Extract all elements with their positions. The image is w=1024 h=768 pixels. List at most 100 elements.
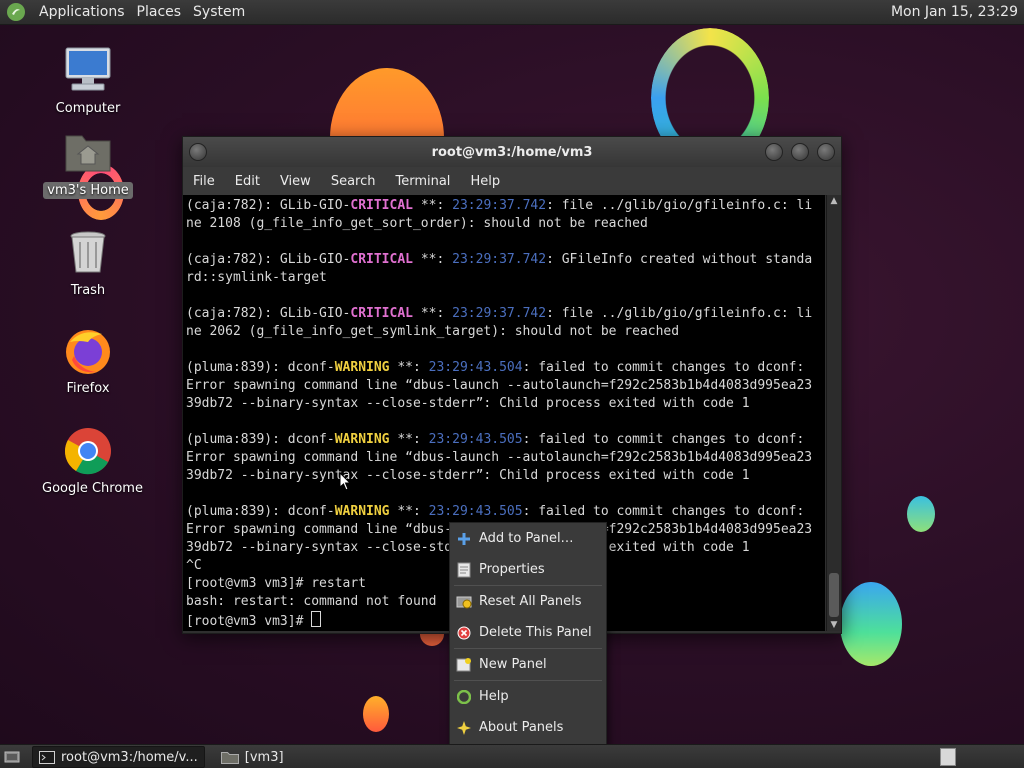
ctx-item-help[interactable]: Help bbox=[450, 681, 606, 712]
terminal-line: (caja:782): GLib-GIO-CRITICAL **: 23:29:… bbox=[186, 252, 812, 267]
terminal-segment: (pluma:839): dconf- bbox=[186, 360, 335, 375]
menu-help[interactable]: Help bbox=[460, 174, 510, 189]
terminal-line: [root@vm3 vm3]# bbox=[186, 611, 322, 629]
folder-icon bbox=[220, 751, 239, 764]
bottom-panel[interactable]: root@vm3:/home/v... [vm3] bbox=[0, 744, 1024, 768]
window-title: root@vm3:/home/vm3 bbox=[431, 144, 593, 160]
properties-icon bbox=[456, 562, 472, 578]
terminal-line: ^C bbox=[186, 558, 202, 573]
desktop-icon-label: Trash bbox=[70, 283, 106, 298]
desktop-icon-label: Computer bbox=[55, 101, 121, 116]
close-button[interactable] bbox=[817, 143, 835, 161]
ctx-item-about-panels[interactable]: About Panels bbox=[450, 712, 606, 743]
scroll-up-arrow-icon[interactable]: ▲ bbox=[827, 195, 841, 207]
terminal-segment: WARNING bbox=[334, 432, 390, 447]
terminal-segment: 23:29:43.504 bbox=[428, 360, 523, 375]
taskbar-item-label: [vm3] bbox=[244, 749, 284, 765]
menu-applications[interactable]: Applications bbox=[33, 0, 131, 24]
top-panel[interactable]: Applications Places System Mon Jan 15, 2… bbox=[0, 0, 1024, 25]
ctx-item-delete-this-panel[interactable]: Delete This Panel bbox=[450, 617, 606, 648]
desktop-icon-label: Firefox bbox=[66, 381, 110, 396]
add-icon bbox=[456, 531, 472, 547]
terminal-segment: 23:29:37.742 bbox=[452, 306, 547, 321]
desktop-icon-home[interactable]: vm3's Home bbox=[38, 128, 138, 199]
maximize-button[interactable] bbox=[791, 143, 809, 161]
terminal-line: (caja:782): GLib-GIO-CRITICAL **: 23:29:… bbox=[186, 198, 812, 213]
terminal-segment: **: bbox=[389, 504, 429, 519]
terminal-segment: : file ../glib/gio/gfileinfo.c: li bbox=[546, 198, 813, 213]
workspace-switcher[interactable] bbox=[940, 748, 956, 766]
firefox-icon bbox=[62, 326, 114, 376]
show-desktop-icon[interactable] bbox=[2, 748, 22, 766]
menu-terminal[interactable]: Terminal bbox=[385, 174, 460, 189]
terminal-line: ne 2108 (g_file_info_get_sort_order): sh… bbox=[186, 216, 648, 231]
ctx-item-label: Reset All Panels bbox=[479, 594, 582, 609]
terminal-segment: WARNING bbox=[334, 504, 390, 519]
terminal-segment: CRITICAL bbox=[350, 198, 413, 213]
window-titlebar[interactable]: root@vm3:/home/vm3 bbox=[183, 137, 841, 167]
desktop-icon-label: Google Chrome bbox=[42, 481, 143, 496]
terminal-segment: : failed to commit changes to dconf: bbox=[522, 432, 805, 447]
terminal-segment: WARNING bbox=[334, 360, 390, 375]
terminal-segment: (caja:782): GLib-GIO- bbox=[186, 198, 351, 213]
terminal-segment: : file ../glib/gio/gfileinfo.c: li bbox=[546, 306, 813, 321]
terminal-segment: ne 2062 (g_file_info_get_symlink_target)… bbox=[186, 324, 680, 339]
scroll-down-arrow-icon[interactable]: ▼ bbox=[827, 619, 841, 631]
terminal-segment: (caja:782): GLib-GIO- bbox=[186, 252, 351, 267]
desktop-icon-trash[interactable]: Trash bbox=[38, 228, 138, 299]
minimize-button[interactable] bbox=[765, 143, 783, 161]
terminal-icon bbox=[39, 750, 55, 764]
menu-file[interactable]: File bbox=[183, 174, 225, 189]
terminal-segment: ne 2108 (g_file_info_get_sort_order): sh… bbox=[186, 216, 648, 231]
terminal-scrollbar[interactable]: ▲ ▼ bbox=[826, 195, 841, 631]
terminal-line: 39db72 --binary-syntax --close-stderr”: … bbox=[186, 468, 750, 483]
terminal-segment: CRITICAL bbox=[350, 252, 413, 267]
help-icon bbox=[456, 689, 472, 705]
terminal-line: (pluma:839): dconf-WARNING **: 23:29:43.… bbox=[186, 504, 804, 519]
chrome-icon bbox=[62, 426, 114, 476]
taskbar-item-terminal[interactable]: root@vm3:/home/v... bbox=[32, 746, 205, 768]
desktop-icon-chrome[interactable]: Google Chrome bbox=[38, 426, 143, 497]
delete-icon bbox=[456, 625, 472, 641]
terminal-segment: **: bbox=[389, 432, 429, 447]
terminal-segment: Error spawning command line “dbus-launch… bbox=[186, 378, 813, 393]
terminal-segment: : GFileInfo created without standa bbox=[546, 252, 813, 267]
menu-search[interactable]: Search bbox=[321, 174, 386, 189]
ctx-item-add-to-panel[interactable]: Add to Panel… bbox=[450, 523, 606, 554]
mouse-pointer-icon bbox=[339, 472, 352, 491]
menu-system[interactable]: System bbox=[187, 0, 251, 24]
menu-view[interactable]: View bbox=[270, 174, 321, 189]
taskbar-item-folder[interactable]: [vm3] bbox=[215, 747, 290, 767]
terminal-segment: (pluma:839): dconf- bbox=[186, 432, 335, 447]
menu-edit[interactable]: Edit bbox=[225, 174, 270, 189]
terminal-segment: **: bbox=[413, 198, 453, 213]
desktop-icon-firefox[interactable]: Firefox bbox=[38, 326, 138, 397]
clock[interactable]: Mon Jan 15, 23:29 bbox=[891, 4, 1018, 20]
terminal-segment: Error spawning command line “dbus-launch… bbox=[186, 450, 813, 465]
terminal-line: (pluma:839): dconf-WARNING **: 23:29:43.… bbox=[186, 360, 804, 375]
terminal-line: bash: restart: command not found bbox=[186, 594, 436, 609]
wallpaper-shape bbox=[840, 582, 902, 666]
ctx-item-label: Help bbox=[479, 689, 509, 704]
desktop-icon-computer[interactable]: Computer bbox=[38, 46, 138, 117]
ctx-item-properties[interactable]: Properties bbox=[450, 554, 606, 585]
panel-context-menu: Add to Panel… Properties Reset All Panels D… bbox=[449, 522, 607, 746]
scroll-thumb[interactable] bbox=[829, 573, 839, 617]
desktop-icon-label: vm3's Home bbox=[43, 182, 133, 199]
terminal-segment: 39db72 --binary-syntax --close-stderr”: … bbox=[186, 468, 750, 483]
terminal-segment: (caja:782): GLib-GIO- bbox=[186, 306, 351, 321]
ctx-item-new-panel[interactable]: New Panel bbox=[450, 649, 606, 680]
mate-logo-icon[interactable] bbox=[7, 3, 25, 21]
ctx-item-label: Delete This Panel bbox=[479, 625, 592, 640]
home-folder-icon bbox=[62, 128, 114, 178]
terminal-line: Error spawning command line “dbus-launch… bbox=[186, 378, 812, 393]
terminal-line: [root@vm3 vm3]# restart bbox=[186, 576, 366, 591]
ctx-item-reset-all-panels[interactable]: Reset All Panels bbox=[450, 586, 606, 617]
menu-places[interactable]: Places bbox=[131, 0, 188, 24]
terminal-segment: 23:29:37.742 bbox=[452, 252, 547, 267]
terminal-segment: **: bbox=[413, 252, 453, 267]
terminal-segment: rd::symlink-target bbox=[186, 270, 327, 285]
taskbar-item-label: root@vm3:/home/v... bbox=[61, 749, 198, 765]
terminal-segment: ^C bbox=[186, 558, 202, 573]
ctx-item-label: Properties bbox=[479, 562, 545, 577]
